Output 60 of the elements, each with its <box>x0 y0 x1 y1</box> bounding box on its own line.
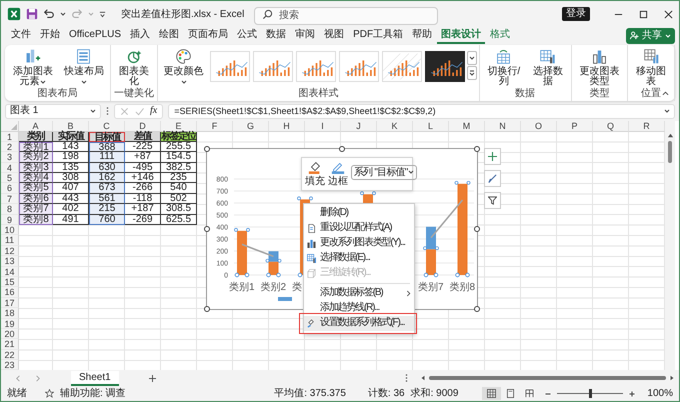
axis-tick-label: 类别1 <box>229 282 255 292</box>
table-cell: 402 <box>53 204 89 215</box>
table-cell: +146 <box>125 173 161 184</box>
table-cell: -269 <box>125 214 161 226</box>
header-cell: 实际值 <box>53 132 89 142</box>
table-cell: 561 <box>89 194 125 204</box>
table-cell: -225 <box>125 142 161 152</box>
table-cell: 198 <box>53 152 89 163</box>
table-cell: 235 <box>161 173 197 184</box>
group-label: 数据 <box>515 88 536 100</box>
table-cell: 443 <box>53 194 89 204</box>
table-cell: +87 <box>125 152 161 163</box>
table-cell: 类别4 <box>19 173 53 184</box>
group-label: 一键美化 <box>114 88 154 100</box>
table-cell: -118 <box>125 194 161 204</box>
table-cell: 类别5 <box>19 183 53 194</box>
table-cell: 382.5 <box>161 162 197 174</box>
table-cell: 760 <box>89 214 125 226</box>
table-cell: -266 <box>125 183 161 194</box>
header-cell: 类别 <box>19 132 53 142</box>
table-cell: 630 <box>89 162 125 174</box>
table-cell: 162 <box>89 173 125 184</box>
status-text: 就绪 <box>7 388 27 400</box>
group-label: 图表布局 <box>38 88 78 100</box>
axis-tick-label: 类别7 <box>418 282 444 292</box>
group-label: 位置 <box>641 88 662 100</box>
window-title: 突出差值柱形图.xlsx - Excel <box>121 8 244 22</box>
axis-tick-label: 类别8 <box>450 282 476 292</box>
table-cell: 111 <box>89 152 125 163</box>
table-cell: 491 <box>53 214 89 226</box>
table-cell: 407 <box>53 183 89 194</box>
table-cell: 类别1 <box>19 142 53 152</box>
table-cell: 类别8 <box>19 214 53 226</box>
table-cell: 类别7 <box>19 204 53 215</box>
table-cell: 类别6 <box>19 194 53 204</box>
group-label: 类型 <box>590 88 610 100</box>
table-cell: 215 <box>89 204 125 215</box>
table-cell: 143 <box>53 142 89 152</box>
table-cell: 625.5 <box>161 214 197 226</box>
table-cell: 368 <box>89 142 125 152</box>
table-cell: 255.5 <box>161 142 197 152</box>
table-cell: 类别2 <box>19 152 53 163</box>
header-cell: 差值 <box>125 132 161 142</box>
group-label: 图表样式 <box>298 88 338 100</box>
table-cell: 308 <box>53 173 89 184</box>
table-cell: 类别3 <box>19 162 53 174</box>
table-cell: -495 <box>125 162 161 174</box>
table-cell: 673 <box>89 183 125 194</box>
table-cell: 308.5 <box>161 204 197 215</box>
count-value: 计数: 36 <box>368 388 405 400</box>
table-cell: 154.5 <box>161 152 197 163</box>
sum-value: 求和: 9009 <box>410 388 458 400</box>
table-cell: +187 <box>125 204 161 215</box>
axis-tick-label: 类 <box>292 282 302 292</box>
average-value: 平均值: 375.375 <box>274 388 346 400</box>
axis-tick-label: 类别2 <box>260 282 286 292</box>
header-cell: 目标值 <box>89 132 125 142</box>
table-cell: 502 <box>161 194 197 204</box>
table-cell: 540 <box>161 183 197 194</box>
table-cell: 135 <box>53 162 89 174</box>
